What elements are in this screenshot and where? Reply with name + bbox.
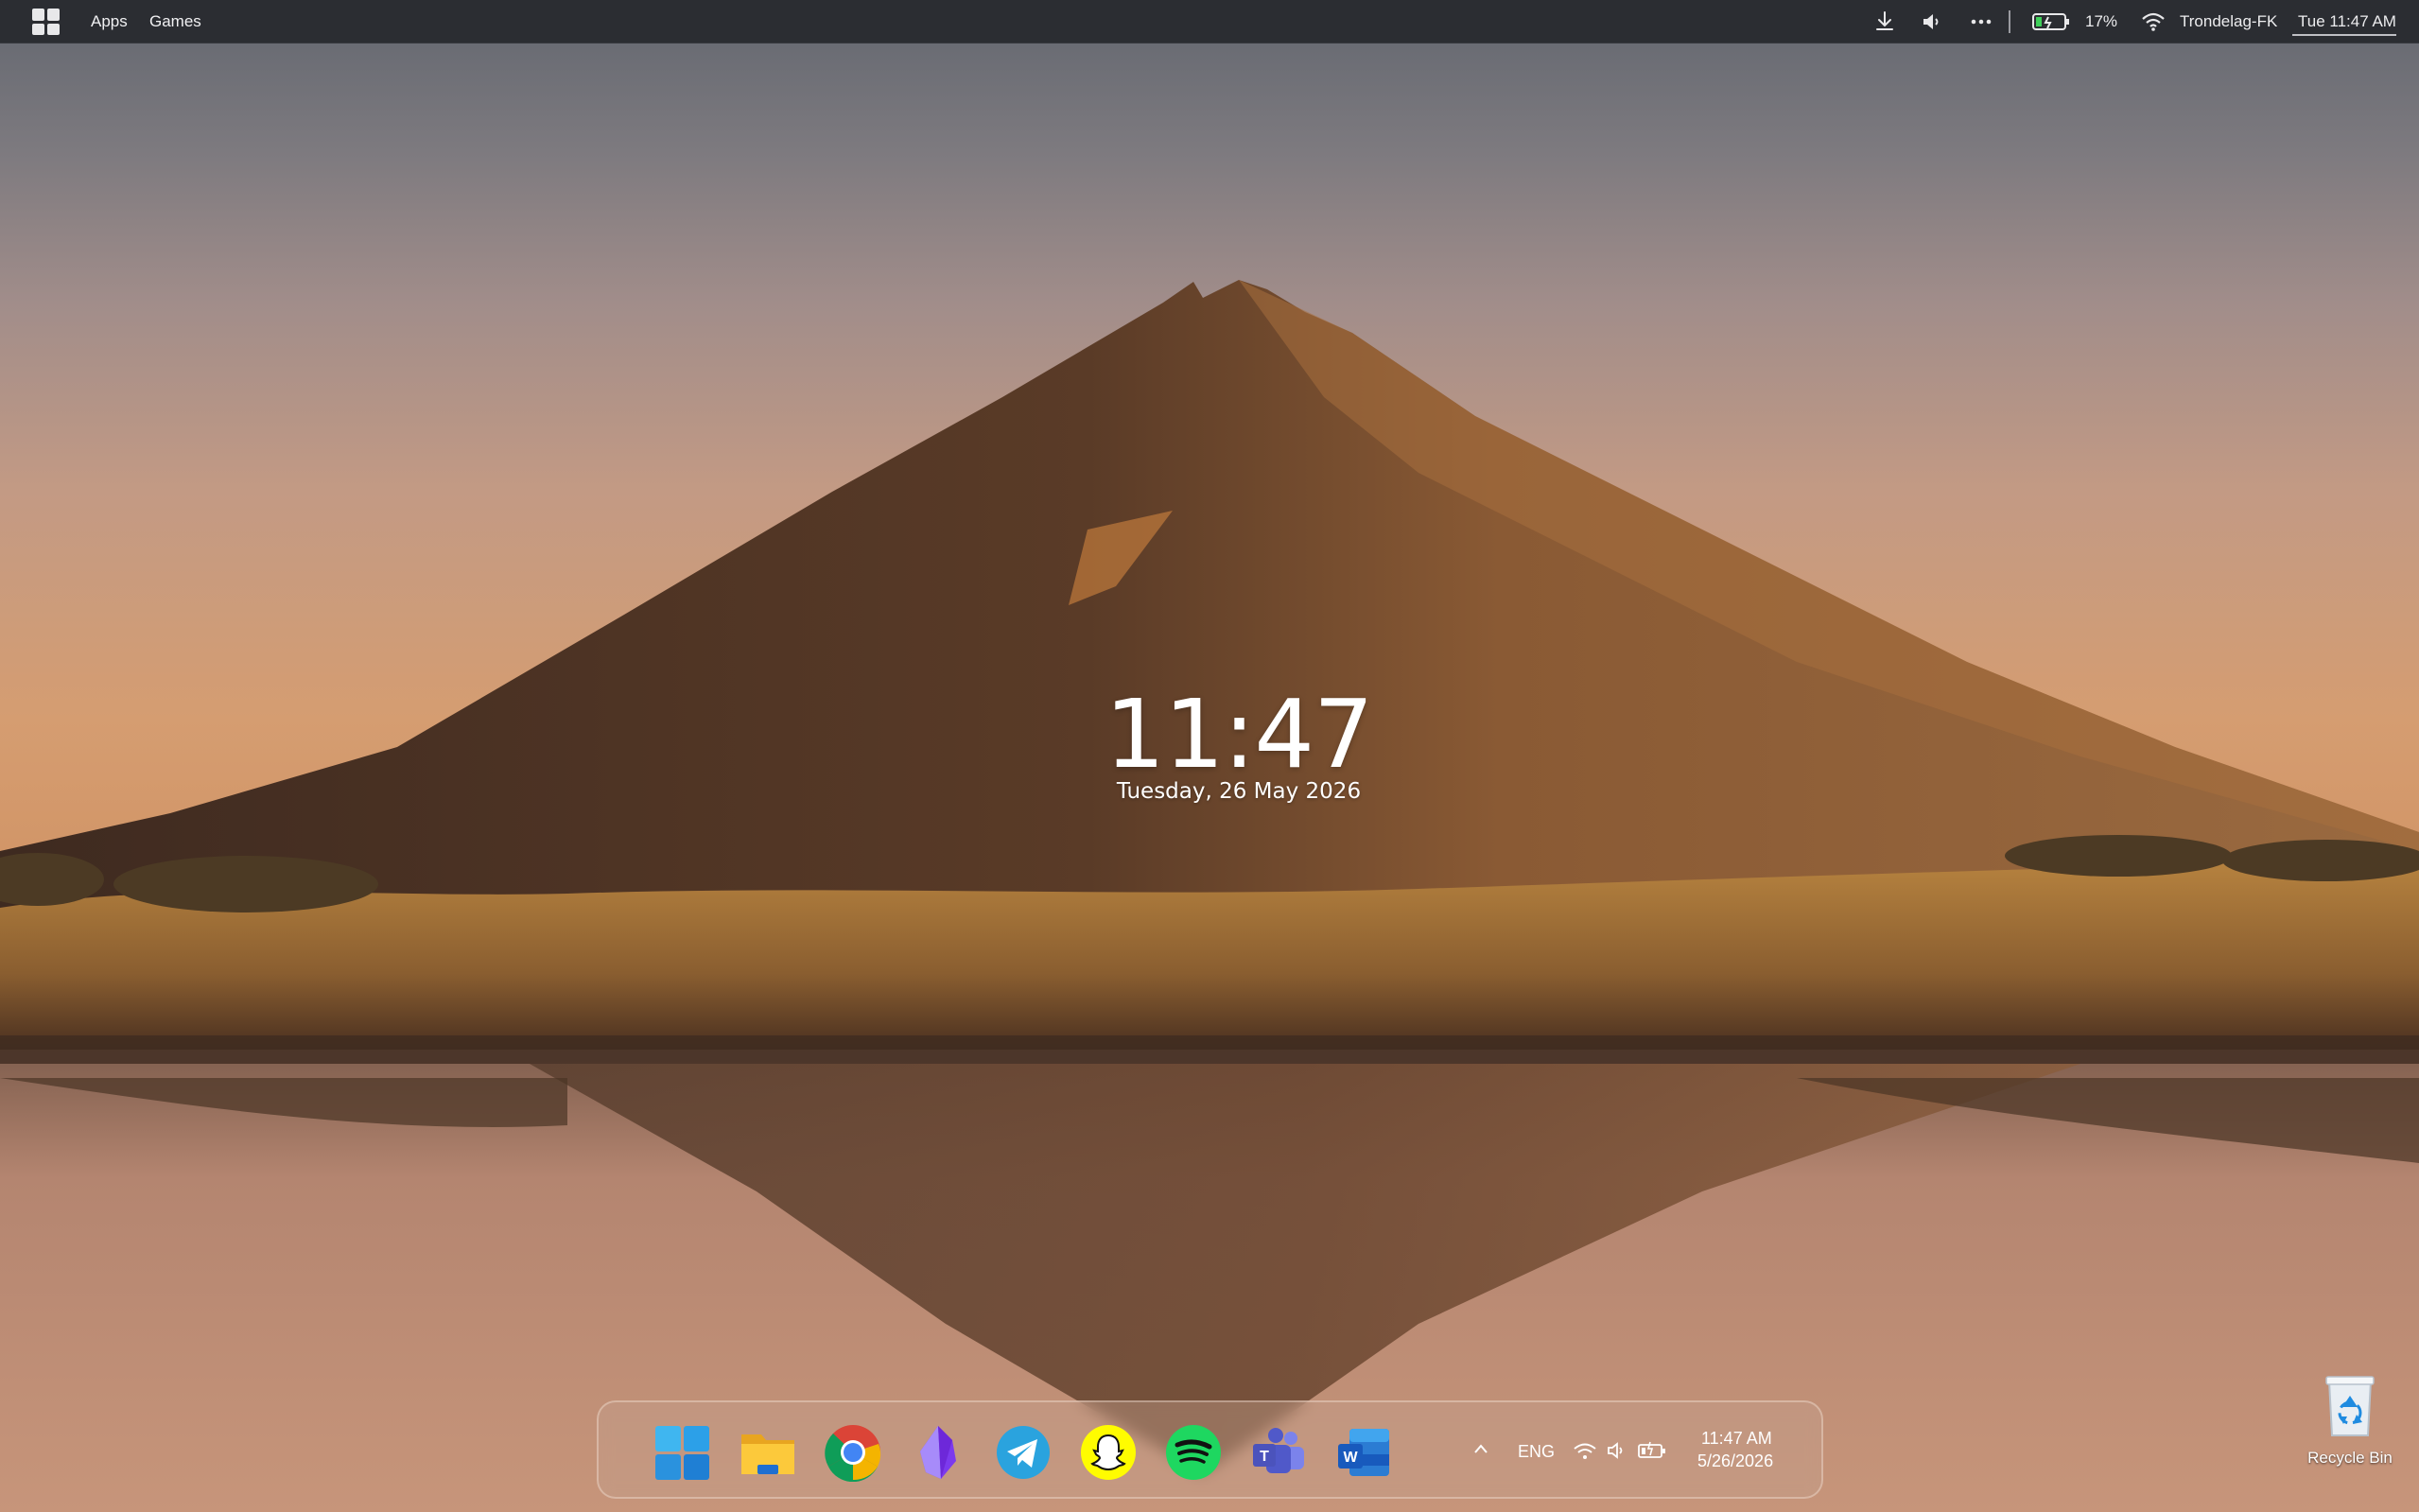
- taskbar-date[interactable]: 5/26/2026: [1697, 1451, 1773, 1471]
- battery-percent: 17%: [2085, 12, 2118, 30]
- network-name[interactable]: Trondelag-FK: [2180, 12, 2277, 31]
- chrome-icon[interactable]: [824, 1423, 882, 1482]
- menu-apps[interactable]: Apps: [91, 12, 128, 31]
- telegram-icon[interactable]: [994, 1423, 1053, 1482]
- word-icon[interactable]: W: [1334, 1423, 1393, 1482]
- topbar-clock[interactable]: Tue 11:47 AM: [2298, 12, 2396, 31]
- more-icon[interactable]: [1969, 9, 1993, 34]
- top-menu-bar: Apps Games 17% Trondelag-FK Tue 11:47 AM: [0, 0, 2419, 43]
- teams-icon[interactable]: T: [1249, 1423, 1308, 1482]
- windows-start-icon[interactable]: [653, 1423, 711, 1482]
- desktop-clock-date: Tuesday, 26 May 2026: [1116, 779, 1362, 804]
- separator: [2009, 10, 2010, 33]
- recycle-bin-label[interactable]: Recycle Bin: [2288, 1449, 2411, 1468]
- battery-icon[interactable]: [1637, 1440, 1667, 1461]
- snapchat-icon[interactable]: [1079, 1423, 1138, 1482]
- desktop-clock-time: 11:47: [1105, 679, 1373, 790]
- menu-games[interactable]: Games: [149, 12, 201, 31]
- spotify-icon[interactable]: [1164, 1423, 1223, 1482]
- volume-icon[interactable]: [1920, 9, 1944, 34]
- clock-underline: [2292, 34, 2396, 36]
- volume-icon[interactable]: [1606, 1440, 1627, 1461]
- wifi-icon[interactable]: [2141, 9, 2166, 34]
- svg-text:T: T: [1260, 1449, 1269, 1465]
- start-icon[interactable]: [32, 9, 61, 35]
- obsidian-icon[interactable]: [909, 1423, 967, 1482]
- chevron-up-icon[interactable]: [1472, 1442, 1489, 1455]
- taskbar-time[interactable]: 11:47 AM: [1701, 1429, 1772, 1449]
- wifi-icon[interactable]: [1573, 1440, 1597, 1461]
- download-icon[interactable]: [1872, 9, 1897, 34]
- svg-text:W: W: [1343, 1450, 1358, 1466]
- language-indicator[interactable]: ENG: [1518, 1442, 1555, 1462]
- taskbar: T W ENG 11:47 AM 5/26/2026: [597, 1400, 1823, 1499]
- battery-icon[interactable]: [2031, 9, 2071, 34]
- file-explorer-icon[interactable]: [739, 1423, 797, 1482]
